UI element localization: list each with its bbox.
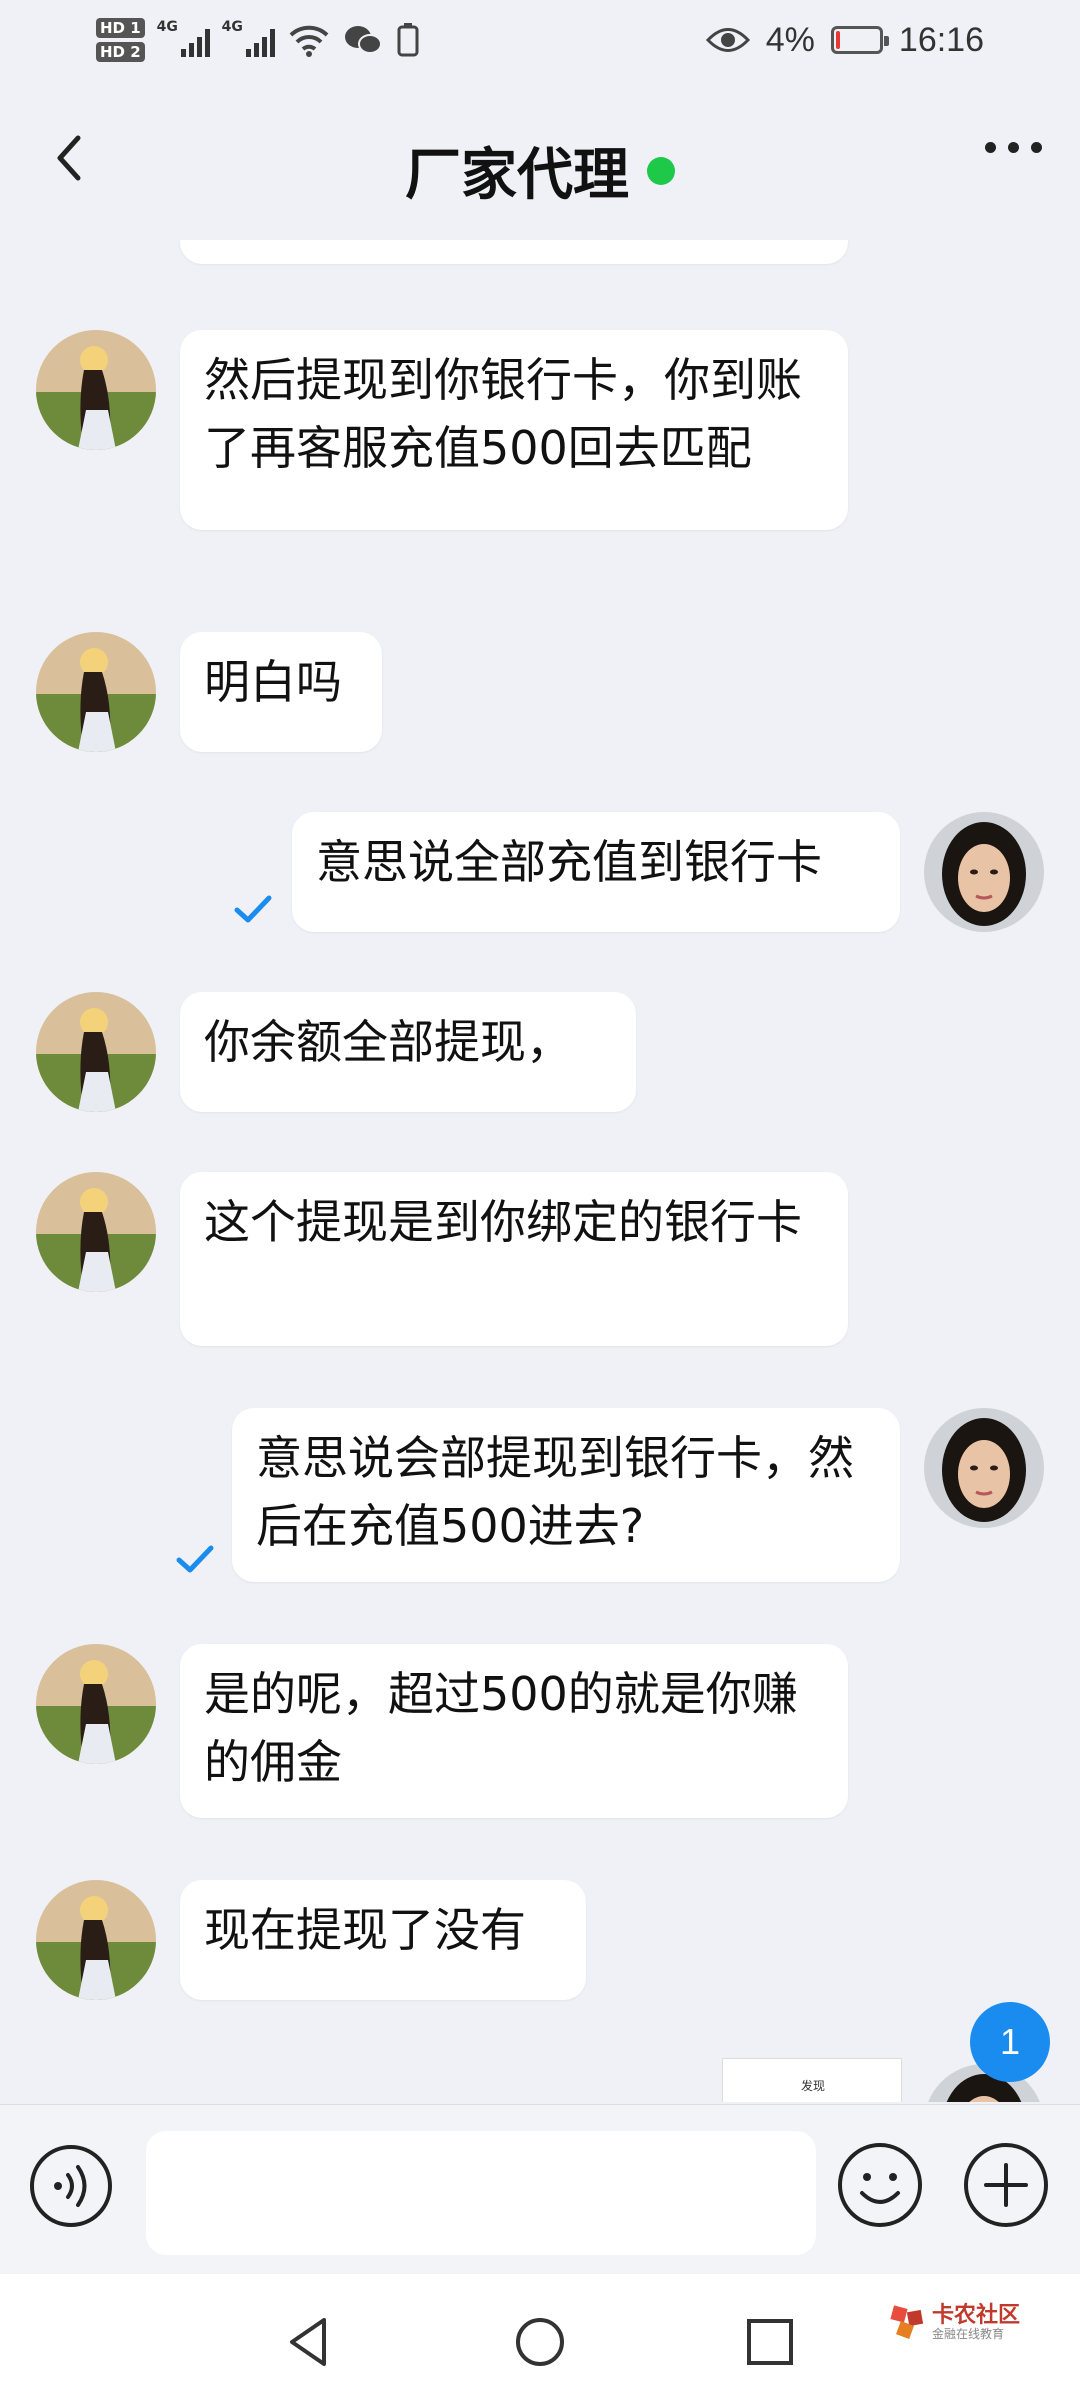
message-bubble[interactable]: 你余额全部提现， — [180, 992, 636, 1112]
status-right: 4% 16:16 — [705, 12, 984, 68]
battery-icon — [830, 26, 889, 54]
wechat-icon — [344, 26, 382, 54]
watermark: 卡农社区 金融在线教育 — [890, 2303, 1020, 2342]
nav-home-icon[interactable] — [510, 2312, 570, 2372]
status-bar: HD 1 HD 2 4G 4G 4% 16:16 — [0, 0, 1080, 80]
hd1-label: HD 1 — [96, 18, 145, 38]
status-left: HD 1 HD 2 4G 4G — [96, 10, 419, 70]
signal-2-icon: 4G — [222, 19, 275, 57]
message-bubble[interactable]: 明白吗 — [180, 632, 382, 752]
title-wrap: 厂家代理 — [0, 130, 1080, 211]
contact-avatar[interactable] — [36, 632, 156, 752]
online-status-dot — [647, 156, 675, 185]
add-attachment-icon[interactable] — [962, 2141, 1050, 2229]
contact-avatar[interactable] — [36, 1644, 156, 1764]
thumbnail-label: 发现 — [801, 2079, 826, 2093]
new-message-badge[interactable]: 1 — [970, 2002, 1050, 2082]
message-list[interactable]: 然后提现到你银行卡，你到账了再客服充值500回去匹配 明白吗 意思说全部充值到银… — [0, 240, 1080, 2102]
self-avatar[interactable] — [924, 812, 1044, 932]
contact-avatar[interactable] — [36, 1172, 156, 1292]
watermark-sub-text: 金融在线教育 — [931, 2327, 1004, 2342]
message-bubble[interactable]: 现在提现了没有 — [180, 1880, 586, 2000]
system-nav-bar: 卡农社区 金融在线教育 — [0, 2274, 1080, 2400]
message-input[interactable] — [146, 2131, 816, 2255]
chat-header: 厂家代理 — [0, 90, 1080, 240]
emoji-icon[interactable] — [836, 2141, 924, 2229]
eye-comfort-icon — [705, 28, 750, 52]
net2-label: 4G — [221, 19, 243, 35]
contact-avatar[interactable] — [36, 1880, 156, 2000]
message-bubble[interactable]: 然后提现到你银行卡，你到账了再客服充值500回去匹配 — [180, 330, 848, 530]
chat-title: 厂家代理 — [405, 143, 629, 208]
watermark-logo-icon — [890, 2305, 924, 2339]
signal-1-icon: 4G — [157, 19, 210, 57]
nav-back-icon[interactable] — [280, 2312, 340, 2372]
message-bubble[interactable]: 是的呢，超过500的就是你赚的佣金 — [180, 1644, 848, 1818]
image-thumbnail[interactable]: 发现 — [722, 2058, 902, 2102]
clock: 16:16 — [898, 20, 984, 59]
battery-percent: 4% — [765, 20, 815, 59]
wifi-icon — [289, 25, 329, 57]
message-bubble[interactable]: 这个提现是到你绑定的银行卡 — [180, 1172, 848, 1346]
read-check-icon — [234, 895, 272, 923]
self-avatar[interactable] — [924, 1408, 1044, 1528]
message-bubble[interactable]: 意思说全部充值到银行卡 — [292, 812, 900, 932]
hd-indicators: HD 1 HD 2 — [96, 18, 145, 62]
voice-input-icon[interactable] — [28, 2143, 114, 2229]
phone-storage-icon — [397, 23, 419, 57]
message-bubble[interactable]: 意思说会部提现到银行卡，然后在充值500进去? — [232, 1408, 900, 1582]
net1-label: 4G — [156, 19, 178, 35]
input-bar — [0, 2104, 1080, 2275]
read-check-icon — [176, 1545, 214, 1573]
watermark-main-text: 卡农社区 — [931, 2303, 1020, 2328]
hd2-label: HD 2 — [96, 42, 145, 62]
nav-recents-icon[interactable] — [740, 2312, 800, 2372]
message-bubble-partial — [180, 240, 848, 264]
more-options-icon[interactable] — [985, 142, 1042, 153]
contact-avatar[interactable] — [36, 330, 156, 450]
contact-avatar[interactable] — [36, 992, 156, 1112]
